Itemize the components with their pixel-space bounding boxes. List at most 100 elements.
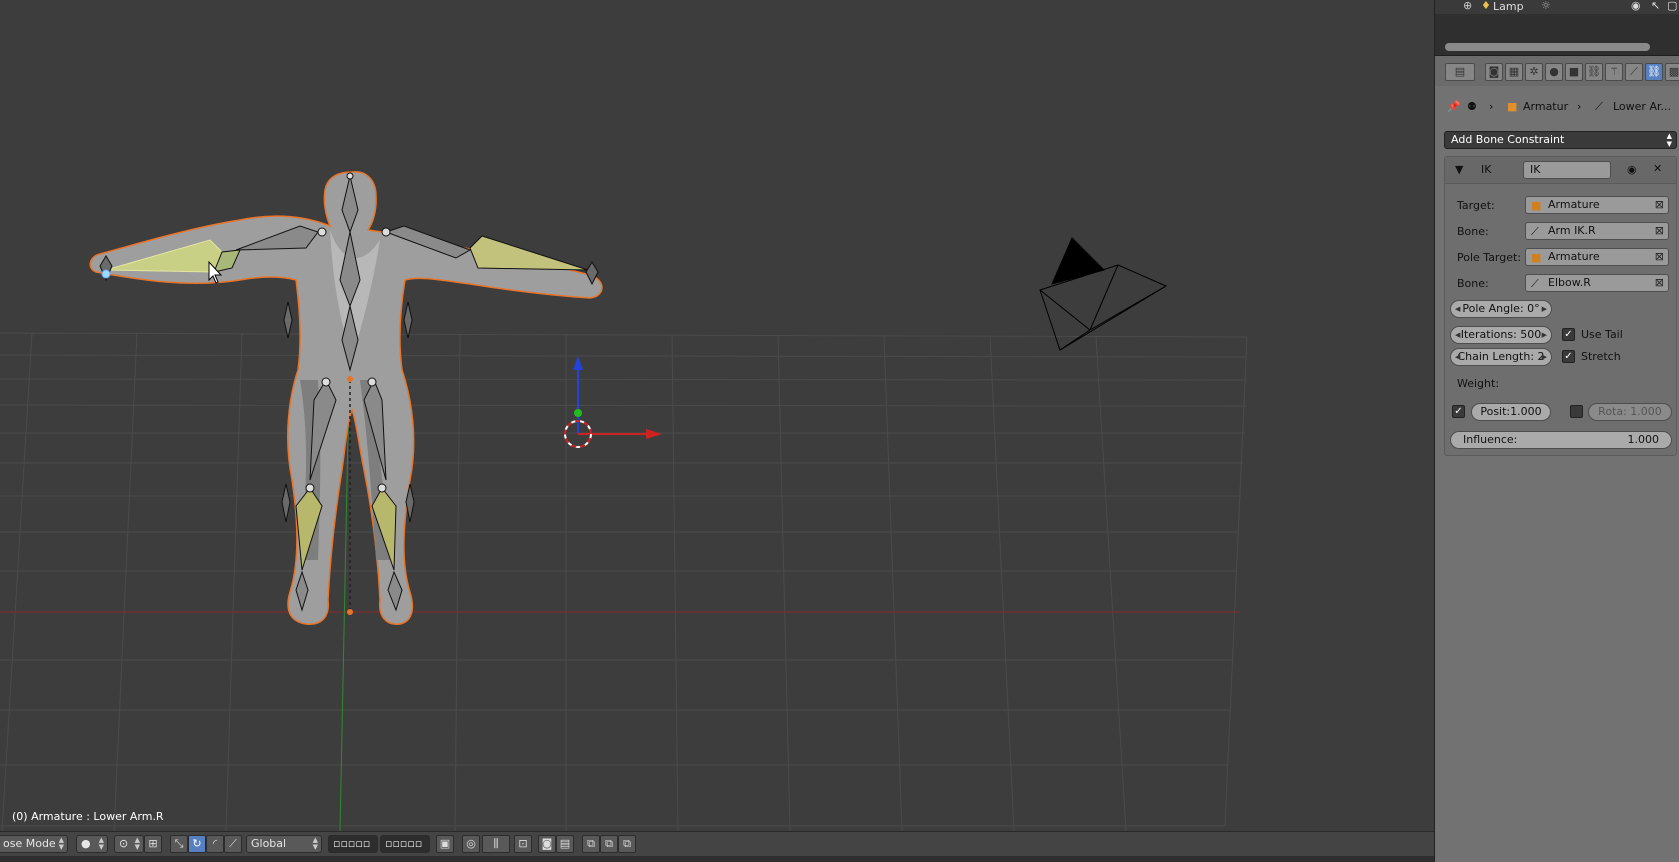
add-bone-constraint-button[interactable]: Add Bone Constraint ▲ ▼ <box>1444 131 1677 149</box>
manipulator-icon: ⊞ <box>148 837 158 850</box>
pin-icon[interactable]: 📌 <box>1447 100 1461 113</box>
pole-angle-slider[interactable]: ◀ Pole Angle: 0° ▶ <box>1450 300 1552 318</box>
transform-manipulator-button[interactable]: ⟋ <box>224 835 242 853</box>
paste-icon: ⧉ <box>605 837 613 850</box>
tab-scene[interactable]: ✲ <box>1525 63 1543 81</box>
close-icon[interactable]: ⊠ <box>1655 197 1664 213</box>
rotate-manipulator-button[interactable]: ↻ <box>188 835 206 853</box>
render-toggle-icon[interactable]: ▢ <box>1667 0 1677 12</box>
eye-icon[interactable]: ◉ <box>1631 0 1641 12</box>
snap-element-selector[interactable]: ⫼ <box>482 835 510 853</box>
check-icon: ✓ <box>1564 329 1573 340</box>
rotation-weight-value: Rota: 1.000 <box>1598 405 1662 418</box>
arc-icon: ◜ <box>212 837 218 850</box>
right-region: ⊕ ♦ Lamp ☼ ◉ ↖ ▢ ▤ ◙ ▦ ✲ ● ■ ⛓ ⚚ ⟋ ⛓ ▩ 📌… <box>1434 0 1679 862</box>
translate-manipulator-button[interactable]: ⤡ <box>170 835 188 853</box>
use-tail-checkbox[interactable]: ✓ <box>1562 328 1575 341</box>
proportional-edit-button[interactable]: ◎ <box>462 835 480 853</box>
pole-bone-value: Elbow.R <box>1548 276 1591 289</box>
close-icon[interactable]: ✕ <box>1653 162 1662 175</box>
decrement-icon[interactable]: ◀ <box>1455 301 1460 317</box>
outliner-row-lamp[interactable]: ⊕ ♦ Lamp ☼ ◉ ↖ ▢ <box>1435 0 1679 14</box>
tab-render-layers[interactable]: ▦ <box>1505 63 1523 81</box>
outliner[interactable]: ⊕ ♦ Lamp ☼ ◉ ↖ ▢ <box>1435 0 1679 56</box>
viewport-scene[interactable] <box>0 0 1434 831</box>
rotation-weight-slider[interactable]: Rota: 1.000 <box>1588 403 1672 421</box>
pole-target-field[interactable]: ■ Armature ⊠ <box>1525 248 1669 266</box>
decrement-icon[interactable]: ◀ <box>1455 327 1460 343</box>
decrement-icon[interactable]: ◀ <box>1455 349 1460 365</box>
camera-icon[interactable] <box>1039 237 1168 351</box>
outliner-scrollbar[interactable] <box>1445 43 1650 51</box>
camera-icon: ◙ <box>541 837 553 850</box>
pivot-point-selector[interactable]: ⊙ ▲ ▼ <box>114 835 144 853</box>
constraint-type-label: IK <box>1481 163 1492 176</box>
select-arrow-icon[interactable]: ↖ <box>1651 0 1660 12</box>
layer-buttons-2[interactable]: ▫▫▫▫▫ <box>380 835 430 853</box>
viewport-shading-selector[interactable]: ● ▲ ▼ <box>76 835 108 853</box>
close-icon[interactable]: ⊠ <box>1655 223 1664 239</box>
character-mesh[interactable] <box>89 171 603 625</box>
position-weight-checkbox[interactable]: ✓ <box>1452 405 1465 418</box>
close-icon[interactable]: ⊠ <box>1655 249 1664 265</box>
render-button[interactable]: ◙ <box>538 835 556 853</box>
constraint-name-value: IK <box>1530 163 1541 176</box>
pole-bone-field[interactable]: ⟋ Elbow.R ⊠ <box>1525 274 1669 292</box>
layers-icon: ▫▫▫▫▫ <box>385 837 423 850</box>
mode-selector[interactable]: ose Mode ▲ ▼ <box>0 835 68 853</box>
copy-pose-button[interactable]: ⧉ <box>582 835 600 853</box>
tab-armature-data[interactable]: ⚚ <box>1605 63 1623 81</box>
increment-icon[interactable]: ▶ <box>1542 349 1547 365</box>
paste-flipped-pose-button[interactable]: ⧉ <box>618 835 636 853</box>
chain-length-slider[interactable]: ◀ Chain Length: 2 ▶ <box>1450 348 1552 366</box>
layers-icon: ▫▫▫▫▫ <box>333 837 371 850</box>
lamp-icon: ♦ <box>1481 0 1491 12</box>
eye-icon[interactable]: ◉ <box>1627 163 1637 176</box>
position-weight-slider[interactable]: Posit:1.000 <box>1471 403 1551 421</box>
3d-viewport[interactable]: (0) Armature : Lower Arm.R <box>0 0 1434 831</box>
manipulator-toggle-button[interactable]: ⊞ <box>144 835 162 853</box>
breadcrumb-bone: Lower Ar... <box>1613 100 1671 113</box>
snap-target-button[interactable]: ⊡ <box>514 835 532 853</box>
transform-orientation-selector[interactable]: Global ▲ ▼ <box>246 835 322 853</box>
stretch-checkbox[interactable]: ✓ <box>1562 350 1575 363</box>
tab-render[interactable]: ◙ <box>1485 63 1503 81</box>
editor-type-selector[interactable]: ▤ <box>1445 63 1475 81</box>
expand-icon[interactable]: ⊕ <box>1463 0 1472 12</box>
render-animation-button[interactable]: ▤ <box>556 835 574 853</box>
translate-icon: ⤡ <box>174 837 184 850</box>
paste-pose-button[interactable]: ⧉ <box>600 835 618 853</box>
tab-bone[interactable]: ⟋ <box>1625 63 1643 81</box>
collapse-triangle-icon[interactable]: ▼ <box>1455 163 1463 176</box>
orientation-label: Global <box>251 837 287 850</box>
bone-icon: ⟋ <box>1630 65 1638 78</box>
tab-object[interactable]: ■ <box>1565 63 1583 81</box>
properties-editor-icon: ▤ <box>1454 65 1466 78</box>
iterations-slider[interactable]: ◀ Iterations: 500 ▶ <box>1450 326 1552 344</box>
manipulator-icon[interactable] <box>573 356 662 439</box>
tab-texture[interactable]: ▩ <box>1665 63 1679 81</box>
tab-bone-constraints[interactable]: ⛓ <box>1645 63 1663 81</box>
influence-slider[interactable]: Influence: 1.000 <box>1450 431 1672 449</box>
constraint-name-input[interactable]: IK <box>1523 161 1611 179</box>
updown-icon: ▲ ▼ <box>312 836 318 851</box>
increment-icon[interactable]: ▶ <box>1542 301 1547 317</box>
bone-label: Bone: <box>1457 225 1489 238</box>
camera-icon: ◙ <box>1488 65 1500 78</box>
tab-object-constraints[interactable]: ⛓ <box>1585 63 1603 81</box>
lock-layers-button[interactable]: ▣ <box>436 835 454 853</box>
bone-icon: ⟋ <box>1531 225 1539 238</box>
increment-icon[interactable]: ▶ <box>1542 327 1547 343</box>
scale-manipulator-button[interactable]: ◜ <box>206 835 224 853</box>
ik-panel-header[interactable]: ▼ IK IK ◉ ✕ <box>1445 157 1676 184</box>
pose-icon: ⚉ <box>1467 100 1477 113</box>
target-field[interactable]: ■ Armature ⊠ <box>1525 196 1669 214</box>
close-icon[interactable]: ⊠ <box>1655 275 1664 291</box>
bone-icon: ⟋ <box>1531 277 1539 290</box>
bone-field[interactable]: ⟋ Arm IK.R ⊠ <box>1525 222 1669 240</box>
tab-world[interactable]: ● <box>1545 63 1563 81</box>
layer-buttons-1[interactable]: ▫▫▫▫▫ <box>328 835 378 853</box>
pole-target-label: Pole Target: <box>1457 251 1522 264</box>
chain-length-value: Chain Length: 2 <box>1457 350 1545 363</box>
rotation-weight-checkbox[interactable] <box>1570 405 1583 418</box>
